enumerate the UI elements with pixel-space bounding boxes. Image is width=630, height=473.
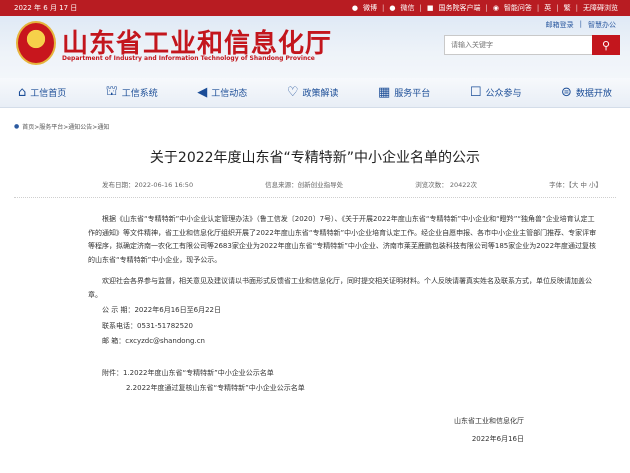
building-icon: ⛫ — [105, 84, 118, 99]
attachment-2[interactable]: 2.2022年度通过复核山东省“专精特新”中小企业公示名单 — [88, 382, 600, 396]
database-icon: ⊜ — [561, 85, 572, 100]
top-link-smart-qa[interactable]: 智能问答 — [504, 3, 532, 13]
nav-item-news[interactable]: ◀ 工信动态 — [197, 85, 247, 100]
nav-item-system[interactable]: ⛫ 工信系统 — [106, 84, 158, 101]
weibo-icon[interactable]: ● — [352, 4, 358, 12]
top-link-english[interactable]: 英 — [544, 3, 551, 13]
main-nav: ⌂ 工信首页 ⛫ 工信系统 ◀ 工信动态 ♡ 政策解读 ▦ 服务平台 ☐ 公众参与 ⊜ 数据开… — [0, 78, 630, 108]
home-icon: ⌂ — [18, 85, 27, 100]
top-link-wechat[interactable]: 微信 — [400, 3, 414, 13]
top-link-weibo[interactable]: 微博 — [363, 3, 377, 13]
mail-login-link[interactable]: 邮箱登录 — [546, 20, 574, 30]
top-link-gov-client[interactable]: 国务院客户端 — [438, 3, 480, 13]
search-icon: ⚲ — [601, 38, 611, 52]
info-source: 信息来源：创新创业指导处 — [265, 181, 344, 189]
signature-org: 山东省工业和信息化厅 — [454, 416, 524, 425]
megaphone-icon: ◀ — [197, 85, 208, 100]
login-links: 邮箱登录 | 智慧办公 — [545, 20, 616, 30]
article-body: 根据《山东省“专精特新”中小企业认定管理办法》（鲁工信发〔2020〕7号）、《关… — [0, 213, 630, 396]
search-button[interactable]: ⚲ — [592, 35, 620, 55]
gov-client-icon[interactable]: ■ — [427, 4, 434, 12]
contact-phone: 联系电话：0531-51782520 — [102, 321, 193, 330]
grid-icon: ▦ — [378, 85, 391, 100]
top-link-accessibility[interactable]: 无障碍浏览 — [583, 3, 618, 13]
publish-date: 发布日期：2022-06-16 16:50 — [102, 181, 194, 189]
paragraph-2: 欢迎社会各界参与监督，相关意见及建议请以书面形式反馈省工业和信息化厅，同时提交相… — [88, 277, 592, 299]
font-size-control[interactable]: 字体：【大 中 小】 — [549, 179, 602, 189]
national-emblem-icon — [16, 21, 56, 65]
chat-icon: ☐ — [469, 85, 482, 100]
attachment-1[interactable]: 附件：1.2022年度山东省“专精特新”中小企业公示名单 — [88, 367, 600, 381]
search-input[interactable] — [444, 35, 592, 55]
contact-email: 邮 箱：cxcyzdc@shandong.cn — [102, 337, 205, 345]
nav-item-data[interactable]: ⊜ 数据开放 — [561, 85, 612, 100]
article-title: 关于2022年度山东省“专精特新”中小企业名单的公示 — [149, 150, 481, 166]
site-subtitle: Department of Industry and Information T… — [62, 55, 315, 62]
nav-item-public[interactable]: ☐ 公众参与 — [470, 85, 522, 100]
breadcrumb: ● 首页>服务平台>通知公告>通知 — [0, 108, 630, 131]
top-links: ● 微博 | ● 微信 | ■ 国务院客户端 | ◉ 智能问答 | 英 | 繁 … — [351, 3, 618, 13]
location-icon: ● — [14, 123, 20, 130]
signature-date: 2022年6月16日 — [471, 434, 524, 443]
smart-qa-icon[interactable]: ◉ — [493, 4, 499, 12]
nav-item-policy[interactable]: ♡ 政策解读 — [287, 85, 339, 100]
site-header: 山东省工业和信息化厅 Department of Industry and In… — [0, 16, 630, 78]
top-link-traditional[interactable]: 繁 — [564, 3, 571, 13]
nav-item-home[interactable]: ⌂ 工信首页 — [18, 85, 66, 100]
publicity-period: 公 示 期：2022年6月16日至6月22日 — [102, 306, 221, 314]
signature-block: 山东省工业和信息化厅 2022年6月16日 — [0, 412, 630, 448]
top-date: 2022 年 6 月 17 日 — [14, 4, 78, 12]
nav-item-service[interactable]: ▦ 服务平台 — [378, 85, 430, 100]
search-box: ⚲ — [444, 35, 620, 55]
breadcrumb-text[interactable]: 首页>服务平台>通知公告>通知 — [22, 122, 109, 131]
wechat-icon[interactable]: ● — [389, 4, 395, 12]
heart-icon: ♡ — [286, 85, 299, 100]
smart-office-link[interactable]: 智慧办公 — [588, 20, 616, 30]
paragraph-1: 根据《山东省“专精特新”中小企业认定管理办法》（鲁工信发〔2020〕7号）、《关… — [88, 215, 597, 264]
top-bar: 2022 年 6 月 17 日 ● 微博 | ● 微信 | ■ 国务院客户端 |… — [0, 0, 630, 16]
article-meta: 发布日期：2022-06-16 16:50 信息来源：创新创业指导处 浏览次数：… — [14, 179, 616, 198]
view-count: 浏览次数： 20422次 — [415, 181, 478, 189]
